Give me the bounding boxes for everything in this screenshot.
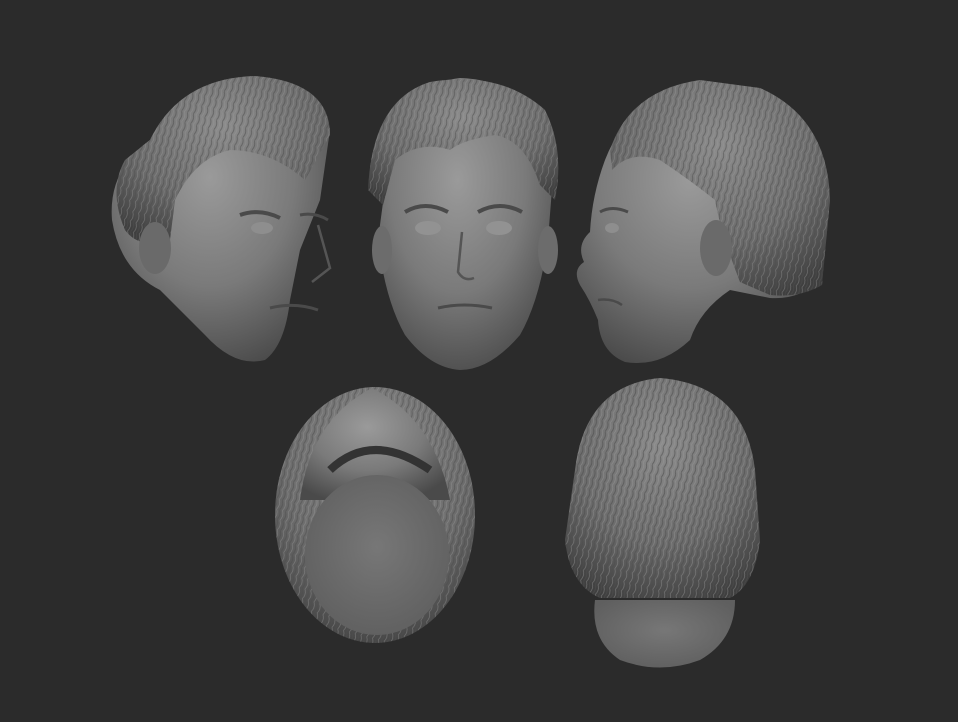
head-back-view (565, 378, 760, 668)
head-three-quarter-view (111, 76, 332, 362)
sculpt-svg (111, 76, 830, 668)
head-front-view (368, 78, 559, 370)
head-bottom-view (275, 387, 475, 643)
sculpt-turnaround-canvas (0, 0, 958, 718)
head-profile-view (576, 80, 830, 364)
